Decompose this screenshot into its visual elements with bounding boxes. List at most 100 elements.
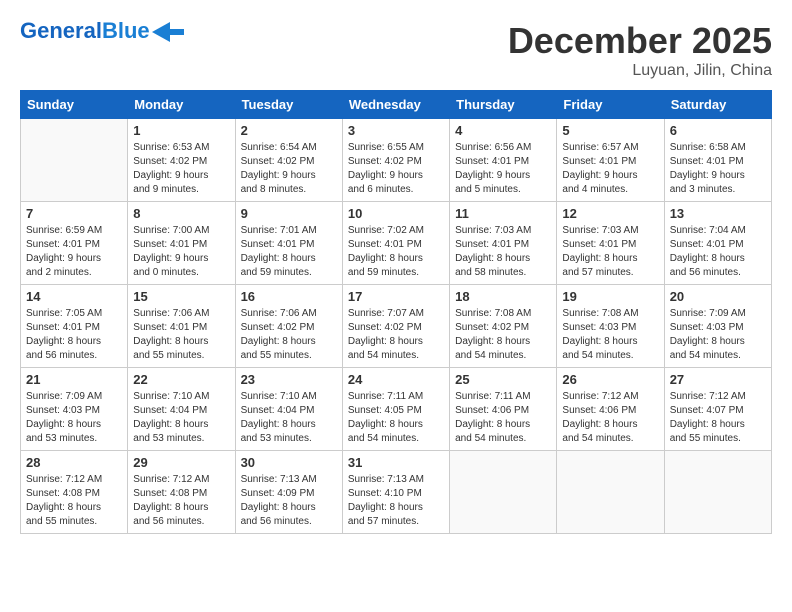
calendar-cell: 3 Sunrise: 6:55 AM Sunset: 4:02 PM Daylig… bbox=[342, 119, 449, 202]
calendar-cell: 7Sunrise: 6:59 AM Sunset: 4:01 PM Daylig… bbox=[21, 202, 128, 285]
calendar-cell: 22 Sunrise: 7:10 AM Sunset: 4:04 PM Dayli… bbox=[128, 368, 235, 451]
day-number: 15 bbox=[133, 289, 229, 304]
day-number: 31 bbox=[348, 455, 444, 470]
calendar-cell: 10 Sunrise: 7:02 AM Sunset: 4:01 PM Dayli… bbox=[342, 202, 449, 285]
day-number: 14 bbox=[26, 289, 122, 304]
calendar-cell: 6 Sunrise: 6:58 AM Sunset: 4:01 PM Daylig… bbox=[664, 119, 771, 202]
day-number: 9 bbox=[241, 206, 337, 221]
day-info: Sunrise: 7:13 AM Sunset: 4:09 PM Dayligh… bbox=[241, 473, 337, 529]
day-number: 13 bbox=[670, 206, 766, 221]
calendar-cell: 14 Sunrise: 7:05 AM Sunset: 4:01 PM Dayli… bbox=[21, 285, 128, 368]
day-info: Sunrise: 6:55 AM Sunset: 4:02 PM Dayligh… bbox=[348, 141, 444, 197]
day-info: Sunrise: 7:12 AM Sunset: 4:08 PM Dayligh… bbox=[133, 473, 229, 529]
page-header: GeneralBlue December 2025 Luyuan, Jilin,… bbox=[20, 20, 772, 80]
weekday-header-monday: Monday bbox=[128, 91, 235, 119]
calendar-week-5: 28 Sunrise: 7:12 AM Sunset: 4:08 PM Dayli… bbox=[21, 451, 772, 534]
day-number: 27 bbox=[670, 372, 766, 387]
calendar-cell bbox=[450, 451, 557, 534]
day-info: Sunrise: 7:11 AM Sunset: 4:05 PM Dayligh… bbox=[348, 390, 444, 446]
day-info: Sunrise: 7:13 AM Sunset: 4:10 PM Dayligh… bbox=[348, 473, 444, 529]
day-number: 12 bbox=[562, 206, 658, 221]
calendar-cell bbox=[557, 451, 664, 534]
day-number: 3 bbox=[348, 123, 444, 138]
day-number: 28 bbox=[26, 455, 122, 470]
day-number: 16 bbox=[241, 289, 337, 304]
calendar-cell: 30 Sunrise: 7:13 AM Sunset: 4:09 PM Dayli… bbox=[235, 451, 342, 534]
calendar-week-4: 21 Sunrise: 7:09 AM Sunset: 4:03 PM Dayli… bbox=[21, 368, 772, 451]
calendar-cell: 12Sunrise: 7:03 AM Sunset: 4:01 PM Dayli… bbox=[557, 202, 664, 285]
day-info: Sunrise: 7:01 AM Sunset: 4:01 PM Dayligh… bbox=[241, 224, 337, 280]
calendar-cell: 24 Sunrise: 7:11 AM Sunset: 4:05 PM Dayli… bbox=[342, 368, 449, 451]
calendar-cell: 9 Sunrise: 7:01 AM Sunset: 4:01 PM Daylig… bbox=[235, 202, 342, 285]
calendar-week-3: 14 Sunrise: 7:05 AM Sunset: 4:01 PM Dayli… bbox=[21, 285, 772, 368]
day-info: Sunrise: 6:54 AM Sunset: 4:02 PM Dayligh… bbox=[241, 141, 337, 197]
day-info: Sunrise: 7:10 AM Sunset: 4:04 PM Dayligh… bbox=[241, 390, 337, 446]
day-info: Sunrise: 7:10 AM Sunset: 4:04 PM Dayligh… bbox=[133, 390, 229, 446]
calendar-cell: 13 Sunrise: 7:04 AM Sunset: 4:01 PM Dayli… bbox=[664, 202, 771, 285]
day-info: Sunrise: 7:06 AM Sunset: 4:01 PM Dayligh… bbox=[133, 307, 229, 363]
weekday-header-sunday: Sunday bbox=[21, 91, 128, 119]
calendar-week-1: 1 Sunrise: 6:53 AM Sunset: 4:02 PM Daylig… bbox=[21, 119, 772, 202]
day-info: Sunrise: 7:04 AM Sunset: 4:01 PM Dayligh… bbox=[670, 224, 766, 280]
logo-arrow-icon bbox=[152, 22, 184, 42]
location-text: Luyuan, Jilin, China bbox=[508, 62, 772, 80]
day-number: 7 bbox=[26, 206, 122, 221]
day-info: Sunrise: 6:53 AM Sunset: 4:02 PM Dayligh… bbox=[133, 141, 229, 197]
calendar-cell: 2 Sunrise: 6:54 AM Sunset: 4:02 PM Daylig… bbox=[235, 119, 342, 202]
calendar-cell: 4Sunrise: 6:56 AM Sunset: 4:01 PM Daylig… bbox=[450, 119, 557, 202]
day-number: 20 bbox=[670, 289, 766, 304]
calendar-cell bbox=[21, 119, 128, 202]
calendar-cell: 23 Sunrise: 7:10 AM Sunset: 4:04 PM Dayli… bbox=[235, 368, 342, 451]
day-number: 8 bbox=[133, 206, 229, 221]
calendar-cell: 27Sunrise: 7:12 AM Sunset: 4:07 PM Dayli… bbox=[664, 368, 771, 451]
calendar-week-2: 7Sunrise: 6:59 AM Sunset: 4:01 PM Daylig… bbox=[21, 202, 772, 285]
calendar-cell: 26 Sunrise: 7:12 AM Sunset: 4:06 PM Dayli… bbox=[557, 368, 664, 451]
day-number: 24 bbox=[348, 372, 444, 387]
day-number: 1 bbox=[133, 123, 229, 138]
day-number: 22 bbox=[133, 372, 229, 387]
day-info: Sunrise: 7:05 AM Sunset: 4:01 PM Dayligh… bbox=[26, 307, 122, 363]
day-number: 5 bbox=[562, 123, 658, 138]
weekday-header-row: SundayMondayTuesdayWednesdayThursdayFrid… bbox=[21, 91, 772, 119]
day-number: 2 bbox=[241, 123, 337, 138]
day-number: 26 bbox=[562, 372, 658, 387]
calendar-cell: 25 Sunrise: 7:11 AM Sunset: 4:06 PM Dayli… bbox=[450, 368, 557, 451]
day-info: Sunrise: 7:09 AM Sunset: 4:03 PM Dayligh… bbox=[26, 390, 122, 446]
logo-text: GeneralBlue bbox=[20, 20, 150, 42]
calendar-cell bbox=[664, 451, 771, 534]
calendar-cell: 19 Sunrise: 7:08 AM Sunset: 4:03 PM Dayli… bbox=[557, 285, 664, 368]
calendar-cell: 28 Sunrise: 7:12 AM Sunset: 4:08 PM Dayli… bbox=[21, 451, 128, 534]
logo: GeneralBlue bbox=[20, 20, 184, 42]
day-number: 4 bbox=[455, 123, 551, 138]
day-number: 25 bbox=[455, 372, 551, 387]
day-number: 21 bbox=[26, 372, 122, 387]
day-info: Sunrise: 7:11 AM Sunset: 4:06 PM Dayligh… bbox=[455, 390, 551, 446]
day-info: Sunrise: 7:08 AM Sunset: 4:03 PM Dayligh… bbox=[562, 307, 658, 363]
day-number: 10 bbox=[348, 206, 444, 221]
weekday-header-saturday: Saturday bbox=[664, 91, 771, 119]
day-number: 29 bbox=[133, 455, 229, 470]
weekday-header-friday: Friday bbox=[557, 91, 664, 119]
calendar-cell: 5Sunrise: 6:57 AM Sunset: 4:01 PM Daylig… bbox=[557, 119, 664, 202]
day-info: Sunrise: 7:12 AM Sunset: 4:08 PM Dayligh… bbox=[26, 473, 122, 529]
day-info: Sunrise: 7:06 AM Sunset: 4:02 PM Dayligh… bbox=[241, 307, 337, 363]
day-info: Sunrise: 7:09 AM Sunset: 4:03 PM Dayligh… bbox=[670, 307, 766, 363]
month-title: December 2025 bbox=[508, 20, 772, 62]
weekday-header-tuesday: Tuesday bbox=[235, 91, 342, 119]
title-block: December 2025 Luyuan, Jilin, China bbox=[508, 20, 772, 80]
day-number: 23 bbox=[241, 372, 337, 387]
day-info: Sunrise: 7:03 AM Sunset: 4:01 PM Dayligh… bbox=[455, 224, 551, 280]
day-info: Sunrise: 7:02 AM Sunset: 4:01 PM Dayligh… bbox=[348, 224, 444, 280]
calendar-table: SundayMondayTuesdayWednesdayThursdayFrid… bbox=[20, 90, 772, 534]
calendar-cell: 31 Sunrise: 7:13 AM Sunset: 4:10 PM Dayli… bbox=[342, 451, 449, 534]
calendar-cell: 8 Sunrise: 7:00 AM Sunset: 4:01 PM Daylig… bbox=[128, 202, 235, 285]
calendar-cell: 1 Sunrise: 6:53 AM Sunset: 4:02 PM Daylig… bbox=[128, 119, 235, 202]
day-number: 17 bbox=[348, 289, 444, 304]
day-info: Sunrise: 6:58 AM Sunset: 4:01 PM Dayligh… bbox=[670, 141, 766, 197]
day-number: 19 bbox=[562, 289, 658, 304]
day-info: Sunrise: 7:00 AM Sunset: 4:01 PM Dayligh… bbox=[133, 224, 229, 280]
day-info: Sunrise: 7:12 AM Sunset: 4:06 PM Dayligh… bbox=[562, 390, 658, 446]
day-number: 6 bbox=[670, 123, 766, 138]
day-number: 30 bbox=[241, 455, 337, 470]
day-info: Sunrise: 7:07 AM Sunset: 4:02 PM Dayligh… bbox=[348, 307, 444, 363]
